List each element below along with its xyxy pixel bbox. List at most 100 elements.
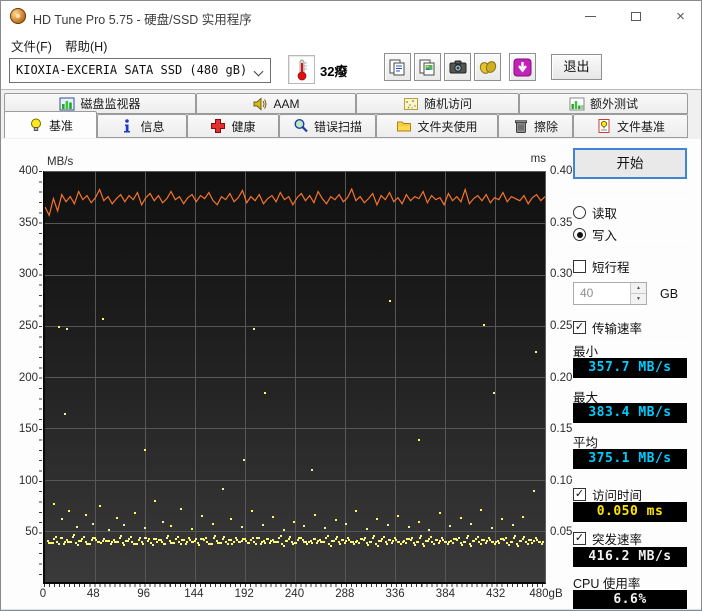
download-button[interactable] — [509, 53, 536, 81]
x-tick-label: 144 — [184, 588, 204, 600]
short-stroke-label: 短行程 — [592, 261, 630, 275]
cpu-usage-display: 6.6% — [573, 590, 687, 610]
transfer-rate-line — [45, 172, 545, 582]
copy-text-button[interactable] — [384, 53, 411, 81]
y-tick-label-right: 0.35 — [550, 216, 573, 229]
trash-icon — [514, 120, 527, 133]
short-stroke-size-stepper[interactable]: 40 ▲ ▼ — [573, 282, 647, 305]
y-tick-label: 350 — [18, 216, 38, 229]
toolbar: KIOXIA-EXCERIA SATA SSD (480 gB) 32癈 退出 — [1, 53, 701, 90]
y-tick-label: 250 — [18, 319, 38, 332]
y-tick-label: 50 — [25, 526, 38, 539]
random-access-icon — [403, 97, 418, 110]
tab-health[interactable]: 健康 — [187, 114, 279, 138]
tab-error-scan[interactable]: 错误扫描 — [279, 114, 376, 138]
y-tick-label: 400 — [18, 165, 38, 177]
close-icon: × — [676, 7, 685, 25]
hands-icon — [479, 61, 496, 74]
maximize-icon — [630, 11, 641, 21]
support-button[interactable] — [474, 53, 501, 81]
radio-selected-icon — [573, 228, 586, 241]
minimize-icon — [585, 15, 596, 17]
left-axis-minor-ticks — [39, 171, 42, 584]
separator — [568, 336, 691, 337]
camera-icon — [449, 60, 466, 74]
minimize-button[interactable] — [568, 1, 613, 31]
copy-image-icon — [419, 59, 435, 75]
tab-file-benchmark[interactable]: 文件基准 — [573, 114, 688, 138]
x-tick-label: 336 — [385, 588, 405, 600]
start-button[interactable]: 开始 — [573, 148, 687, 179]
lightbulb-icon — [30, 118, 41, 131]
tab-info[interactable]: 信息 — [97, 114, 187, 138]
min-value-display: 357.7 MB/s — [573, 358, 687, 378]
tab-erase[interactable]: 擦除 — [498, 114, 573, 138]
y-tick-label-right: 0.20 — [550, 371, 573, 384]
tab-aam[interactable]: AAM — [196, 93, 356, 114]
tab-folder-usage[interactable]: 文件夹使用 — [376, 114, 498, 138]
menu-help[interactable]: 帮助(H) — [59, 34, 113, 54]
gb-unit-label: GB — [660, 287, 679, 301]
tab-label: 文件基准 — [616, 119, 665, 134]
x-tick-label: 384 — [435, 588, 455, 600]
separator — [568, 478, 691, 479]
tab-extra-tests[interactable]: 额外测试 — [519, 93, 688, 114]
short-stroke-checkbox[interactable]: 短行程 — [573, 257, 630, 276]
tab-random-access[interactable]: 随机访问 — [356, 93, 519, 114]
checkbox-checked-icon: ✓ — [573, 488, 586, 501]
info-icon — [124, 119, 131, 133]
separator — [568, 247, 691, 248]
left-axis-unit: MB/s — [47, 156, 74, 168]
chevron-down-icon — [253, 66, 264, 77]
transfer-rate-label: 传输速率 — [592, 322, 643, 336]
y-tick-label: 150 — [18, 423, 38, 436]
stepper-up-icon[interactable]: ▲ — [631, 283, 646, 294]
menu-bar: 文件(F) 帮助(H) — [1, 31, 701, 54]
burst-rate-checkbox[interactable]: ✓ 突发速率 — [573, 529, 642, 548]
read-radio-label: 读取 — [592, 207, 618, 221]
exit-button[interactable]: 退出 — [551, 54, 602, 80]
app-window: HD Tune Pro 5.75 - 硬盘/SSD 实用程序 × 文件(F) 帮… — [0, 0, 702, 611]
stepper-buttons[interactable]: ▲ ▼ — [630, 283, 646, 304]
right-axis-unit: ms — [530, 153, 546, 165]
y-tick-label: 300 — [18, 268, 38, 281]
tab-label: 擦除 — [533, 119, 558, 134]
y-tick-label: 100 — [18, 474, 38, 487]
read-radio[interactable]: 读取 — [573, 203, 617, 222]
stepper-down-icon[interactable]: ▼ — [631, 294, 646, 304]
close-button[interactable]: × — [658, 1, 701, 31]
benchmark-plot — [43, 171, 546, 584]
transfer-rate-checkbox[interactable]: ✓ 传输速率 — [573, 318, 642, 337]
x-axis-minor-ticks — [44, 584, 547, 587]
title-bar[interactable]: HD Tune Pro 5.75 - 硬盘/SSD 实用程序 × — [1, 1, 701, 31]
tab-label: 随机访问 — [423, 97, 472, 111]
tab-benchmark[interactable]: 基准 — [4, 111, 97, 138]
write-radio-label: 写入 — [592, 229, 618, 243]
disk-monitor-icon — [59, 97, 75, 110]
y-tick-label-right: 0.15 — [550, 423, 573, 436]
checkbox-checked-icon: ✓ — [573, 532, 586, 545]
separator — [568, 192, 691, 193]
drive-select[interactable]: KIOXIA-EXCERIA SATA SSD (480 gB) — [9, 58, 271, 83]
y-tick-label-right: 0.10 — [550, 474, 573, 487]
write-radio[interactable]: 写入 — [573, 225, 617, 244]
y-tick-label-right: 0.40 — [550, 165, 573, 177]
x-tick-label: 480gB — [529, 588, 563, 600]
speaker-icon — [253, 96, 267, 111]
health-cross-icon — [211, 119, 226, 133]
drive-select-value: KIOXIA-EXCERIA SATA SSD (480 gB) — [16, 63, 248, 77]
file-benchmark-icon — [598, 119, 610, 133]
menu-file[interactable]: 文件(F) — [5, 34, 58, 54]
copy-image-button[interactable] — [414, 53, 441, 81]
screenshot-button[interactable] — [444, 53, 471, 81]
maximize-button[interactable] — [613, 1, 658, 31]
tab-label: 磁盘监视器 — [80, 97, 141, 111]
x-tick-label: 48 — [86, 588, 100, 600]
tab-label: 基准 — [48, 118, 73, 133]
tab-label: AAM — [273, 96, 300, 111]
tab-strip: 磁盘监视器 AAM 随机访问 额外测试 基准 信息 健康 错误扫描 文件夹使用 … — [1, 90, 701, 227]
burst-rate-display: 416.2 MB/s — [573, 547, 687, 567]
magnifier-icon — [294, 118, 308, 133]
benchmark-page: MB/s ms 400 350 300 250 200 150 100 50 0.40 0.35… — [1, 139, 701, 610]
x-tick-label: 0 — [39, 588, 47, 600]
